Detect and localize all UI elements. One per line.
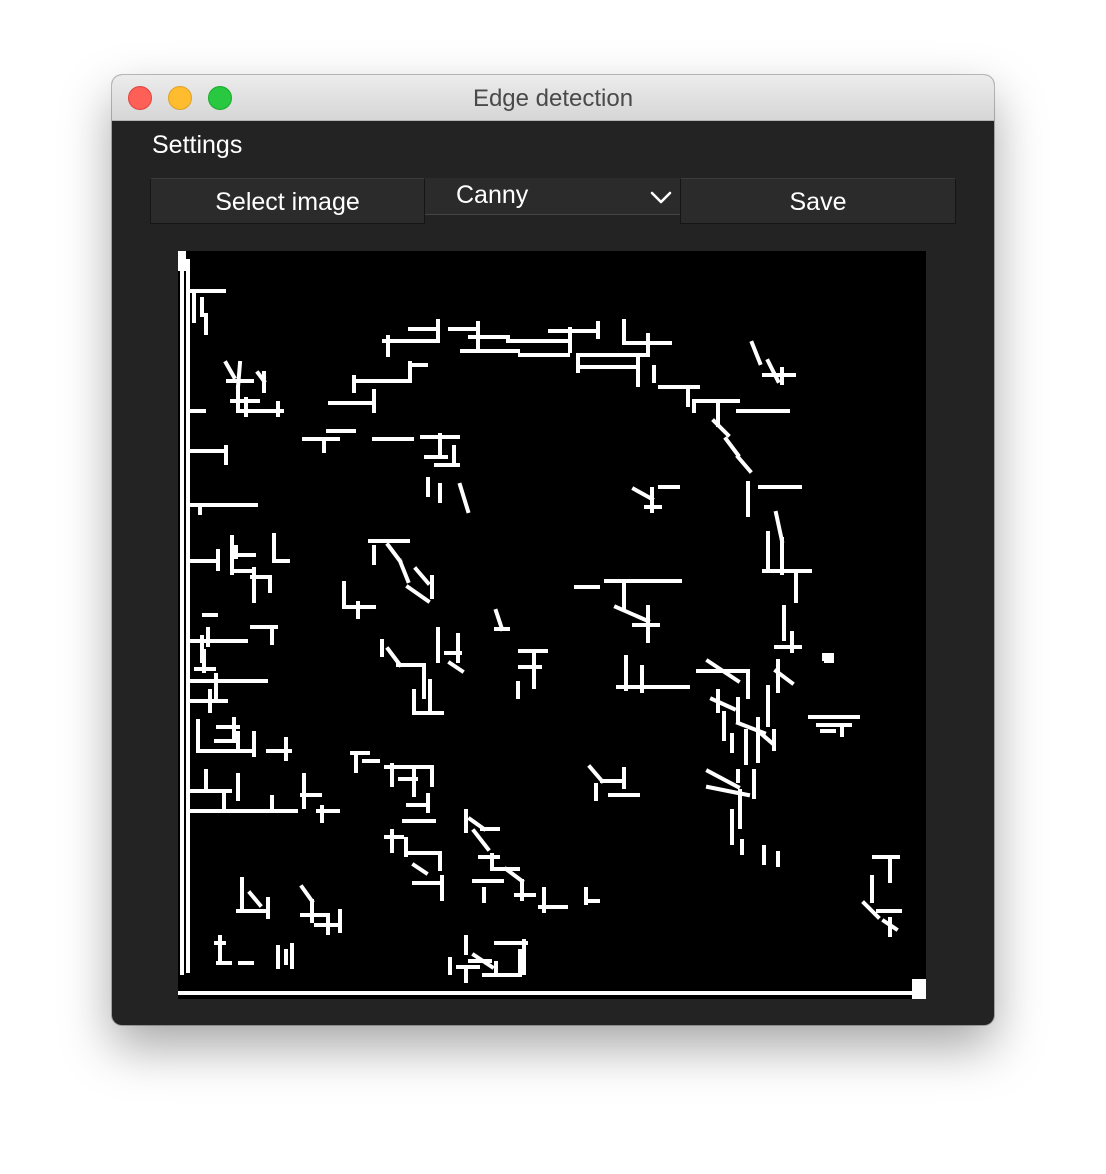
window-title: Edge detection — [472, 85, 634, 112]
select-image-button[interactable]: Select image — [150, 178, 425, 224]
edge-method-dropdown[interactable]: Canny — [425, 178, 680, 215]
edge-method-selected-value: Canny — [456, 181, 529, 209]
settings-menu[interactable]: Settings — [152, 131, 242, 160]
title-bar[interactable]: Edge detection — [112, 75, 994, 121]
edge-map-graphic — [178, 251, 926, 999]
chevron-down-icon — [650, 191, 672, 204]
edge-detection-output-image — [178, 251, 926, 999]
save-button[interactable]: Save — [680, 178, 956, 224]
app-window: Edge detection Settings Select image Can… — [112, 75, 994, 1025]
